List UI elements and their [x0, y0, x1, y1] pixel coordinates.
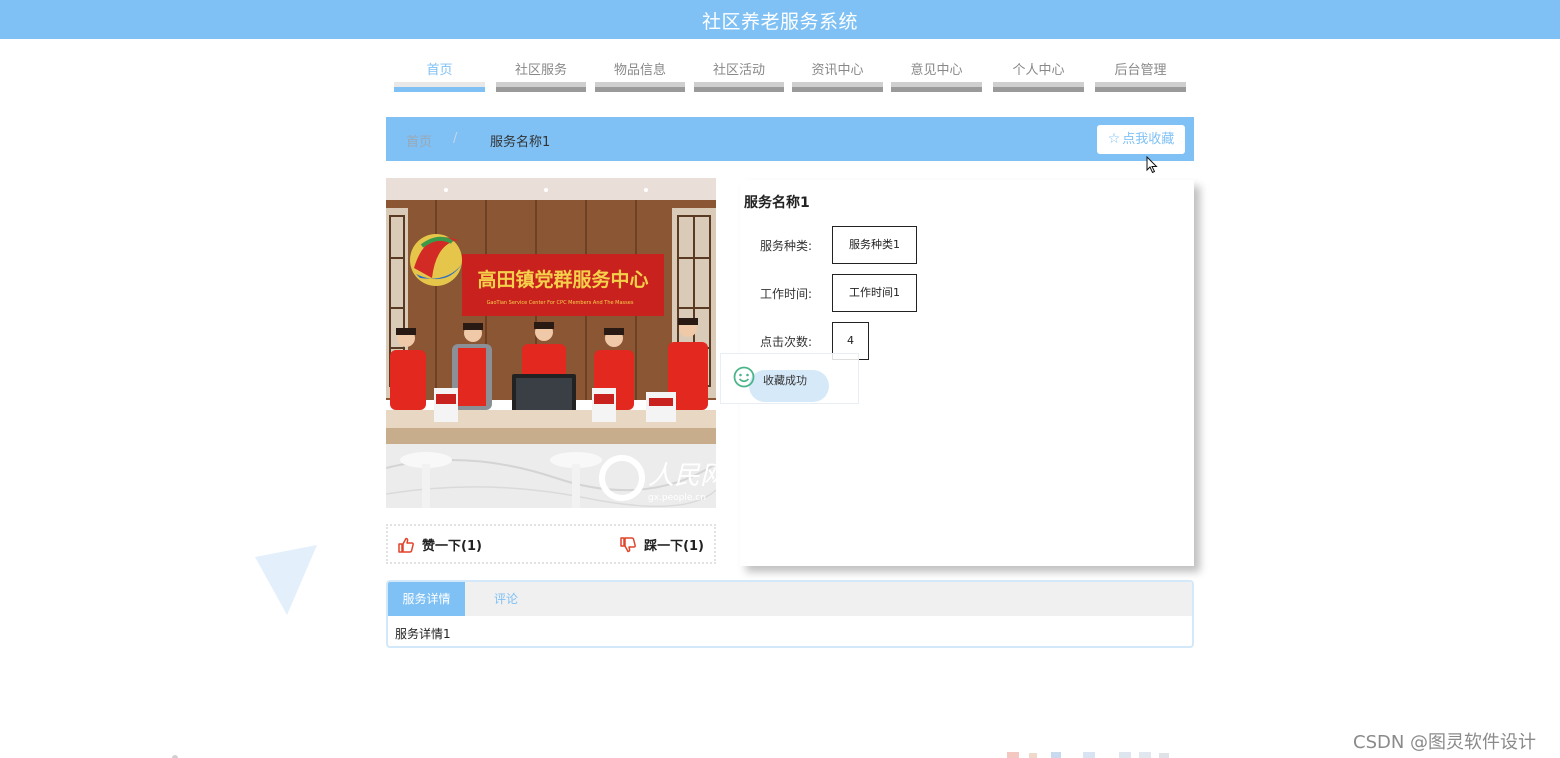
star-outline-icon: ☆ [1107, 131, 1121, 147]
field-label: 点击次数: [760, 335, 813, 349]
tab-comments[interactable]: 评论 [465, 582, 547, 616]
nav-underline [993, 82, 1084, 92]
nav-underline [595, 82, 685, 92]
nav-item-label: 个人中心 [1012, 63, 1065, 78]
service-name: 服务名称1 [744, 195, 810, 211]
field-value: 服务种类1 [832, 226, 917, 264]
detail-tabs: 服务详情 评论 服务详情1 [386, 580, 1194, 648]
field-label: 服务种类: [760, 239, 813, 253]
service-photo: 高田镇党群服务中心 GaoTian Service Center For CPC… [386, 178, 716, 508]
tab-header: 服务详情 评论 [388, 582, 1192, 616]
nav-item-label: 社区活动 [712, 63, 765, 78]
thumbs-up-icon [398, 537, 414, 553]
top-header-bar: 社区养老服务系统 [0, 0, 1560, 39]
breadcrumb-home-link[interactable]: 首页 [406, 131, 432, 150]
sign-text: 高田镇党群服务中心 [477, 268, 648, 291]
toast-message: 收藏成功 [763, 374, 807, 387]
nav-item-admin[interactable]: 后台管理 [1095, 50, 1186, 92]
nav-item-label: 后台管理 [1114, 63, 1167, 78]
tab-content: 服务详情1 [395, 627, 451, 641]
watermark-text: CSDN @图灵软件设计 [1353, 732, 1537, 753]
field-label: 工作时间: [760, 287, 813, 301]
nav-item-news-center[interactable]: 资讯中心 [792, 50, 883, 92]
watermark-logo-text: 人民网 [648, 461, 716, 491]
breadcrumb-bar: 首页 / 服务名称1 ☆ 点我收藏 [386, 117, 1194, 161]
like-label: 赞一下(1) [422, 539, 482, 554]
nav-item-label: 意见中心 [910, 63, 963, 78]
nav-item-label: 物品信息 [613, 63, 666, 78]
breadcrumb-separator: / [453, 131, 458, 146]
dislike-button[interactable]: 踩一下(1) [620, 535, 704, 554]
nav-item-label: 社区服务 [514, 63, 567, 78]
nav-item-community-activity[interactable]: 社区活动 [694, 50, 784, 92]
thumbs-down-icon [620, 537, 636, 553]
nav-item-label: 资讯中心 [811, 63, 864, 78]
toast-notification: 收藏成功 [720, 353, 859, 404]
sign-subtext: GaoTian Service Center For CPC Members A… [487, 300, 634, 306]
breadcrumb-current: 服务名称1 [490, 135, 551, 150]
nav-underline [394, 82, 485, 92]
nav-item-personal-center[interactable]: 个人中心 [993, 50, 1084, 92]
favorite-button-label: 点我收藏 [1122, 132, 1175, 147]
nav-item-feedback-center[interactable]: 意见中心 [891, 50, 982, 92]
nav-item-community-service[interactable]: 社区服务 [496, 50, 586, 92]
nav-item-label: 首页 [426, 63, 453, 78]
tab-service-detail[interactable]: 服务详情 [388, 582, 465, 616]
nav-underline [496, 82, 586, 92]
dislike-label: 踩一下(1) [644, 539, 704, 554]
favorite-button[interactable]: ☆ 点我收藏 [1097, 125, 1185, 154]
nav-underline [792, 82, 883, 92]
vote-bar: 赞一下(1) 踩一下(1) [386, 524, 716, 564]
like-button[interactable]: 赞一下(1) [398, 535, 482, 554]
field-value: 工作时间1 [832, 274, 917, 312]
watermark-logo-url: gx.people.cn [648, 493, 706, 503]
nav-item-home[interactable]: 首页 [394, 50, 485, 92]
site-title: 社区养老服务系统 [701, 11, 858, 33]
nav-underline [891, 82, 982, 92]
smile-icon [733, 366, 755, 388]
decorative-triangle [255, 545, 317, 615]
nav-underline [694, 82, 784, 92]
nav-underline [1095, 82, 1186, 92]
mouse-cursor-icon [1146, 156, 1158, 174]
bottom-toolbar-fragment [1007, 752, 1169, 758]
nav-item-goods-info[interactable]: 物品信息 [595, 50, 685, 92]
